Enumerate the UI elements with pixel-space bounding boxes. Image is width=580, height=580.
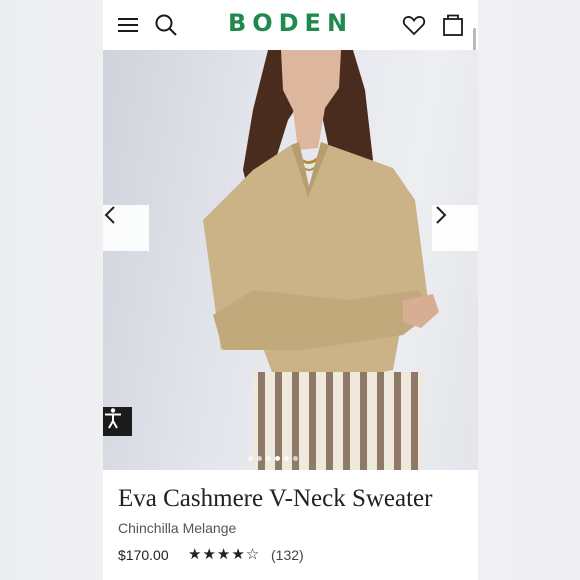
- gallery-pagination: [248, 456, 298, 461]
- accessibility-button[interactable]: [103, 407, 132, 436]
- gallery-dot[interactable]: [284, 456, 289, 461]
- review-count-link[interactable]: (132): [271, 547, 304, 563]
- accessibility-icon: [105, 408, 121, 429]
- gallery-prev-button[interactable]: [103, 205, 149, 251]
- chevron-left-icon: [104, 206, 115, 224]
- heart-icon[interactable]: [401, 12, 427, 38]
- site-header: BODEN: [103, 0, 478, 100]
- gallery-next-button[interactable]: [432, 205, 478, 251]
- chevron-right-icon: [436, 206, 447, 224]
- rating-stars[interactable]: ★★★★☆: [188, 545, 260, 563]
- product-price: $170.00: [118, 547, 169, 563]
- product-color-name: Chinchilla Melange: [118, 520, 237, 536]
- product-photo: [203, 50, 439, 470]
- gallery-dot[interactable]: [266, 456, 271, 461]
- gallery-dot[interactable]: [248, 456, 253, 461]
- gallery-dot[interactable]: [293, 456, 298, 461]
- product-title: Eva Cashmere V-Neck Sweater: [118, 485, 433, 512]
- phone-viewport: BODEN Eva Cashmere V-Neck Sweater Chinch…: [103, 0, 478, 580]
- gallery-dot-active[interactable]: [275, 456, 280, 461]
- shopping-bag-icon[interactable]: [440, 12, 466, 38]
- product-image-gallery[interactable]: [103, 50, 478, 470]
- gallery-dot[interactable]: [257, 456, 262, 461]
